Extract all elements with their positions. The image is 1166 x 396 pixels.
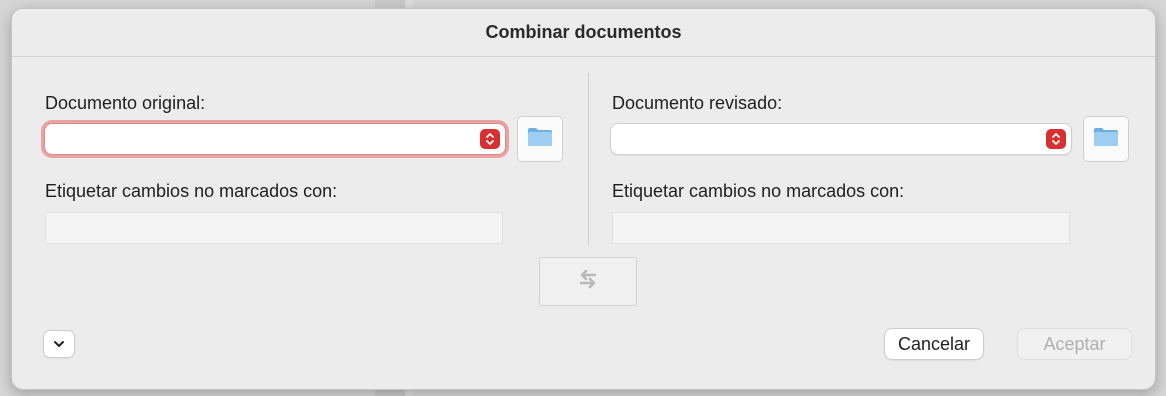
column-divider: [588, 73, 589, 245]
browse-revised-button[interactable]: [1083, 116, 1129, 162]
browse-original-button[interactable]: [517, 116, 563, 162]
dialog-titlebar: Combinar documentos: [12, 9, 1155, 57]
folder-icon: [1093, 127, 1119, 152]
revised-document-combo[interactable]: [611, 124, 1071, 154]
original-document-combo[interactable]: [45, 124, 505, 154]
more-options-button[interactable]: [44, 331, 74, 357]
revised-tag-field[interactable]: [612, 212, 1070, 244]
original-tag-field[interactable]: [45, 212, 503, 244]
original-tag-label: Etiquetar cambios no marcados con:: [45, 181, 338, 201]
dialog-title: Combinar documentos: [485, 22, 682, 42]
accept-button[interactable]: Aceptar: [1018, 329, 1131, 359]
original-document-label: Documento original:: [45, 93, 206, 113]
combine-documents-dialog: Combinar documentos Documento original: …: [11, 8, 1156, 390]
revised-document-label: Documento revisado:: [612, 93, 783, 113]
folder-icon: [527, 127, 553, 152]
cancel-button[interactable]: Cancelar: [885, 329, 983, 359]
up-down-chevron-icon[interactable]: [1046, 129, 1066, 149]
up-down-chevron-icon[interactable]: [480, 129, 500, 149]
swap-documents-button[interactable]: [539, 257, 637, 306]
revised-tag-label: Etiquetar cambios no marcados con:: [612, 181, 905, 201]
swap-arrows-icon: [576, 267, 600, 296]
chevron-down-icon: [53, 335, 65, 353]
